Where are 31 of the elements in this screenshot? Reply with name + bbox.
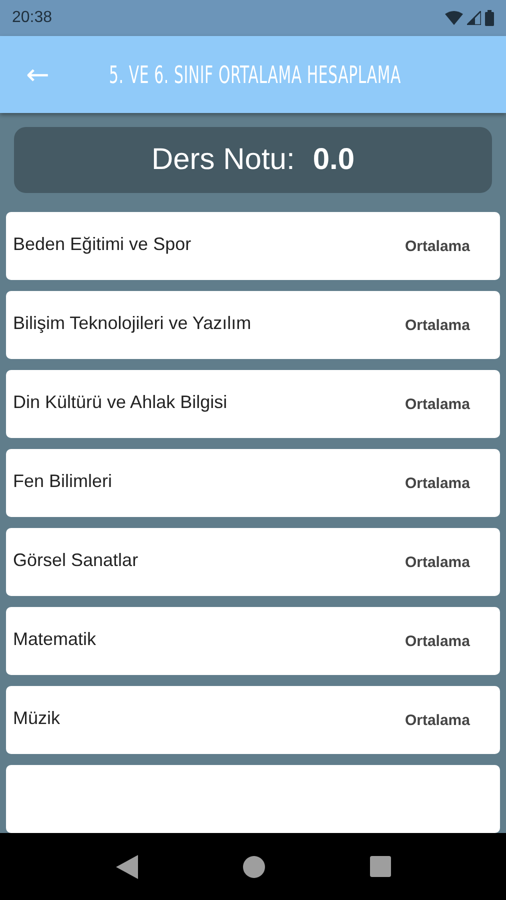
- subject-name: Matematik: [13, 629, 96, 650]
- subject-card[interactable]: Din Kültürü ve Ahlak Bilgisi Ortalama: [6, 370, 500, 438]
- average-button[interactable]: Ortalama: [404, 392, 470, 416]
- average-button[interactable]: Ortalama: [404, 312, 470, 338]
- subject-name: Din Kültürü ve Ahlak Bilgisi: [13, 392, 228, 413]
- average-button[interactable]: Ortalama: [404, 708, 470, 732]
- subject-card[interactable]: Bilişim Teknolojileri ve Yazılım Ortalama: [6, 291, 500, 359]
- score-label: Ders Notu:: [151, 143, 295, 177]
- subject-name: Beden Eğitimi ve Spor: [13, 234, 192, 255]
- subject-card[interactable]: Görsel Sanatlar Ortalama: [6, 528, 500, 596]
- subject-name: Fen Bilimleri: [13, 471, 112, 492]
- average-button[interactable]: Ortalama: [404, 550, 470, 574]
- wifi-icon: [445, 11, 463, 25]
- recents-nav-icon[interactable]: [370, 856, 390, 877]
- subject-card[interactable]: Müzik Ortalama: [6, 686, 500, 754]
- average-button[interactable]: Ortalama: [404, 628, 470, 654]
- score-value: 0.0: [312, 143, 355, 177]
- battery-icon: [485, 10, 494, 26]
- subject-name: Görsel Sanatlar: [13, 550, 138, 571]
- home-nav-icon[interactable]: [242, 856, 264, 878]
- back-nav-icon[interactable]: [116, 854, 138, 878]
- average-button[interactable]: Ortalama: [404, 470, 470, 496]
- average-button[interactable]: Ortalama: [404, 234, 470, 258]
- subject-name: Müzik: [13, 708, 60, 729]
- subject-card[interactable]: Fen Bilimleri Ortalama: [6, 449, 500, 517]
- subject-card[interactable]: Matematik Ortalama: [6, 607, 500, 675]
- app-title: 5. VE 6. SINIF ORTALAMA HESAPLAMA: [109, 60, 402, 88]
- signal-icon: [467, 11, 481, 25]
- subject-card[interactable]: Beden Eğitimi ve Spor Ortalama: [6, 212, 500, 280]
- subject-name: Bilişim Teknolojileri ve Yazılım: [13, 313, 252, 334]
- status-time: 20:38: [12, 9, 52, 27]
